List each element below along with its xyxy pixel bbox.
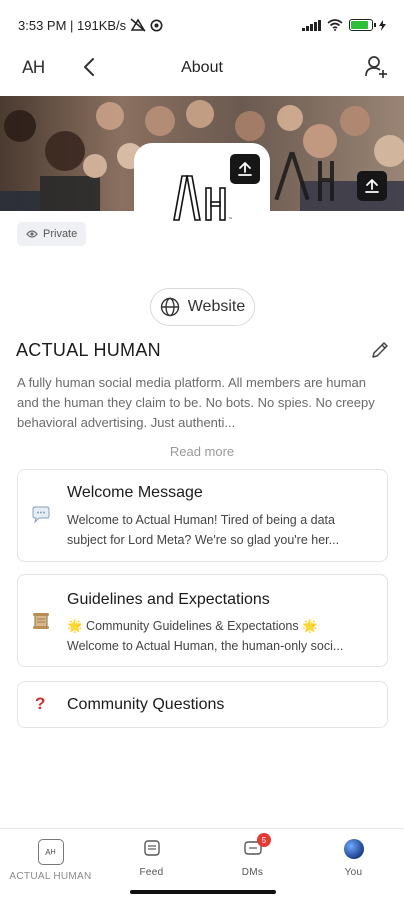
dms-unread-badge: 5: [257, 833, 271, 847]
welcome-message-card[interactable]: Welcome Message Welcome to Actual Human!…: [17, 469, 388, 562]
edit-button[interactable]: [370, 340, 390, 360]
community-name: ACTUAL HUMAN: [16, 340, 161, 360]
question-mark-icon: ?: [35, 694, 46, 713]
battery-icon: [349, 19, 376, 31]
community-questions-card[interactable]: ? Community Questions: [17, 681, 388, 728]
nav-label: DMs: [241, 867, 264, 878]
upload-icon: [365, 179, 379, 193]
card-preview: 🌟 Community Guidelines & Expectations 🌟 …: [67, 616, 377, 656]
guidelines-card[interactable]: Guidelines and Expectations 🌟 Community …: [17, 574, 388, 667]
app-notification-icon: [150, 19, 163, 31]
card-preview-line: Welcome to Actual Human! Tired of being …: [67, 513, 335, 527]
scroll-icon: [31, 611, 51, 636]
website-button[interactable]: Website: [150, 288, 255, 326]
svg-text:™: ™: [228, 217, 233, 222]
banner-upload-button[interactable]: [357, 171, 387, 201]
community-logo-icon: AH: [37, 839, 64, 865]
nav-feed[interactable]: Feed: [101, 829, 202, 886]
card-title: Community Questions: [67, 696, 225, 713]
nav-dms[interactable]: 5 DMs: [202, 829, 303, 886]
read-more-link[interactable]: Read more: [0, 444, 404, 459]
nav-label: You: [344, 867, 363, 878]
home-indicator[interactable]: [130, 890, 276, 894]
nav-you[interactable]: You: [303, 829, 404, 886]
logo-upload-button[interactable]: [230, 154, 260, 184]
actual-human-logo-icon: ™: [173, 175, 233, 222]
nav-community[interactable]: AH ACTUAL HUMAN: [0, 829, 101, 886]
feed-icon: [143, 840, 160, 856]
app-header: AH About: [0, 50, 404, 96]
card-title: Welcome Message: [67, 484, 203, 501]
nav-label: Feed: [139, 867, 164, 878]
charging-icon: [379, 19, 386, 31]
card-title: Guidelines and Expectations: [67, 591, 270, 608]
wifi-icon: [327, 19, 343, 31]
add-user-icon: [365, 56, 387, 78]
nav-label: ACTUAL HUMAN: [9, 871, 92, 882]
privacy-label: Private: [43, 228, 78, 240]
upload-icon: [238, 162, 252, 176]
card-preview: Welcome to Actual Human! Tired of being …: [67, 510, 377, 550]
website-label: Website: [187, 298, 246, 315]
eye-icon: [26, 230, 38, 238]
community-description: A fully human social media platform. All…: [17, 375, 375, 430]
bottom-navigation: AH ACTUAL HUMAN Feed 5 DMs You: [0, 828, 404, 886]
avatar-icon: [343, 839, 364, 859]
signal-icon: [302, 19, 321, 31]
status-bar: 3:53 PM | 191KB/s: [0, 0, 404, 50]
status-time-speed: 3:53 PM | 191KB/s: [18, 17, 127, 33]
add-member-button[interactable]: [364, 54, 390, 80]
card-preview-line: Welcome to Actual Human, the human-only …: [67, 639, 344, 653]
globe-icon: [160, 297, 179, 317]
speech-bubble-icon: [31, 506, 51, 529]
privacy-badge: Private: [17, 222, 87, 246]
data-saver-icon: [130, 18, 146, 32]
page-title: About: [181, 59, 223, 76]
card-preview-line: subject for Lord Meta? We're so glad you…: [67, 533, 340, 547]
pencil-icon: [372, 342, 388, 358]
card-preview-line: 🌟 Community Guidelines & Expectations 🌟: [67, 619, 318, 633]
